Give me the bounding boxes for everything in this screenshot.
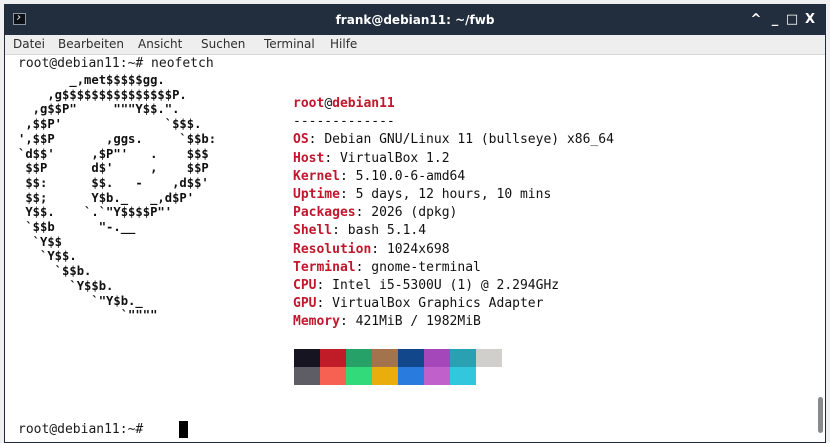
menu-datei[interactable]: Datei bbox=[13, 35, 45, 54]
info-key: CPU bbox=[293, 277, 317, 293]
info-key: Terminal bbox=[293, 259, 356, 275]
info-row-resolution: Resolution: 1024x698 bbox=[293, 241, 450, 257]
palette-swatch bbox=[398, 349, 424, 367]
palette-swatch bbox=[398, 367, 424, 385]
header-host: debian11 bbox=[332, 96, 395, 111]
terminal-window: frank@debian11: ~/fwb ^ _ □ X Datei Bear… bbox=[4, 4, 826, 443]
command-line: root@debian11:~# neofetch bbox=[18, 56, 214, 71]
info-value: 2026 (dpkg) bbox=[371, 205, 458, 221]
palette-swatch bbox=[476, 367, 502, 385]
info-separator: ------------- bbox=[293, 114, 395, 130]
palette-swatch bbox=[320, 367, 346, 385]
palette-swatch bbox=[424, 367, 450, 385]
palette-swatch bbox=[346, 349, 372, 367]
menu-bearbeiten[interactable]: Bearbeiten bbox=[58, 35, 124, 54]
info-value: 5 days, 12 hours, 10 mins bbox=[355, 186, 552, 202]
palette-swatch bbox=[294, 367, 320, 385]
palette-swatch bbox=[320, 349, 346, 367]
info-key: Kernel bbox=[293, 168, 340, 184]
info-value: bash 5.1.4 bbox=[347, 223, 427, 239]
title-bar[interactable]: frank@debian11: ~/fwb ^ _ □ X bbox=[5, 5, 825, 35]
info-value: 5.10.0-6-amd64 bbox=[355, 168, 466, 184]
info-value: 421MiB / 1982MiB bbox=[355, 314, 481, 330]
window-title: frank@debian11: ~/fwb bbox=[335, 13, 495, 27]
menu-hilfe[interactable]: Hilfe bbox=[330, 35, 357, 54]
info-key: Packages bbox=[293, 205, 356, 221]
palette-swatch bbox=[372, 349, 398, 367]
info-row-memory: Memory: 421MiB / 1982MiB bbox=[293, 314, 481, 330]
info-value: gnome-terminal bbox=[371, 259, 481, 275]
debian-ascii-logo: _,met$$$$$gg. ,g$$$$$$$$$$$$$$$P. ,g$$P"… bbox=[18, 73, 217, 323]
info-value: Debian GNU/Linux 11 (bullseye) x86_64 bbox=[324, 132, 614, 148]
info-row-packages: Packages: 2026 (dpkg) bbox=[293, 205, 458, 221]
header-at: @ bbox=[324, 96, 333, 111]
palette-swatch bbox=[476, 349, 502, 367]
info-row-kernel: Kernel: 5.10.0-6-amd64 bbox=[293, 168, 466, 184]
terminal-area[interactable]: root@debian11:~# neofetch _,met$$$$$gg. … bbox=[5, 55, 817, 442]
palette-swatch bbox=[294, 349, 320, 367]
text-cursor bbox=[179, 421, 188, 438]
info-row-terminal: Terminal: gnome-terminal bbox=[293, 259, 481, 275]
info-row-cpu: CPU: Intel i5-5300U (1) @ 2.294GHz bbox=[293, 277, 560, 293]
info-key: Shell bbox=[293, 223, 333, 239]
minimize-button[interactable]: _ bbox=[766, 5, 784, 35]
menu-suchen[interactable]: Suchen bbox=[201, 35, 245, 54]
menu-ansicht[interactable]: Ansicht bbox=[138, 35, 182, 54]
palette-row-normal bbox=[294, 349, 502, 367]
menu-bar: Datei Bearbeiten Ansicht Suchen Terminal… bbox=[5, 35, 825, 55]
scrollbar-track[interactable] bbox=[817, 55, 825, 442]
info-value: 1024x698 bbox=[386, 241, 450, 257]
palette-swatch bbox=[450, 367, 476, 385]
info-key: Memory bbox=[293, 314, 340, 330]
info-value: VirtualBox Graphics Adapter bbox=[332, 296, 544, 312]
info-row-shell: Shell: bash 5.1.4 bbox=[293, 223, 427, 239]
info-row-uptime: Uptime: 5 days, 12 hours, 10 mins bbox=[293, 186, 552, 202]
palette-swatch bbox=[424, 349, 450, 367]
info-value: Intel i5-5300U (1) @ 2.294GHz bbox=[332, 277, 560, 293]
maximize-button[interactable]: □ bbox=[783, 5, 801, 35]
user-host-header: root@debian11 bbox=[293, 95, 614, 113]
info-row-os: OS: Debian GNU/Linux 11 (bullseye) x86_6… bbox=[293, 132, 614, 148]
prompt-line: root@debian11:~# bbox=[18, 422, 152, 437]
menu-terminal[interactable]: Terminal bbox=[264, 35, 315, 54]
scrollbar-thumb[interactable] bbox=[818, 397, 823, 433]
palette-swatch bbox=[450, 349, 476, 367]
info-row-host: Host: VirtualBox 1.2 bbox=[293, 150, 450, 166]
info-key: Uptime bbox=[293, 186, 340, 202]
info-row-gpu: GPU: VirtualBox Graphics Adapter bbox=[293, 296, 544, 312]
shade-button[interactable]: ^ bbox=[747, 5, 765, 35]
palette-row-bright bbox=[294, 367, 502, 385]
close-button[interactable]: X bbox=[801, 5, 819, 35]
info-key: Resolution bbox=[293, 241, 372, 257]
header-user: root bbox=[293, 96, 325, 111]
system-info: root@debian11 ------------- OS: Debian G… bbox=[293, 95, 614, 331]
info-key: GPU bbox=[293, 296, 317, 312]
info-key: Host bbox=[293, 150, 325, 166]
color-palette bbox=[294, 349, 502, 385]
palette-swatch bbox=[346, 367, 372, 385]
palette-swatch bbox=[372, 367, 398, 385]
info-value: VirtualBox 1.2 bbox=[339, 150, 450, 166]
info-key: OS bbox=[293, 132, 309, 148]
